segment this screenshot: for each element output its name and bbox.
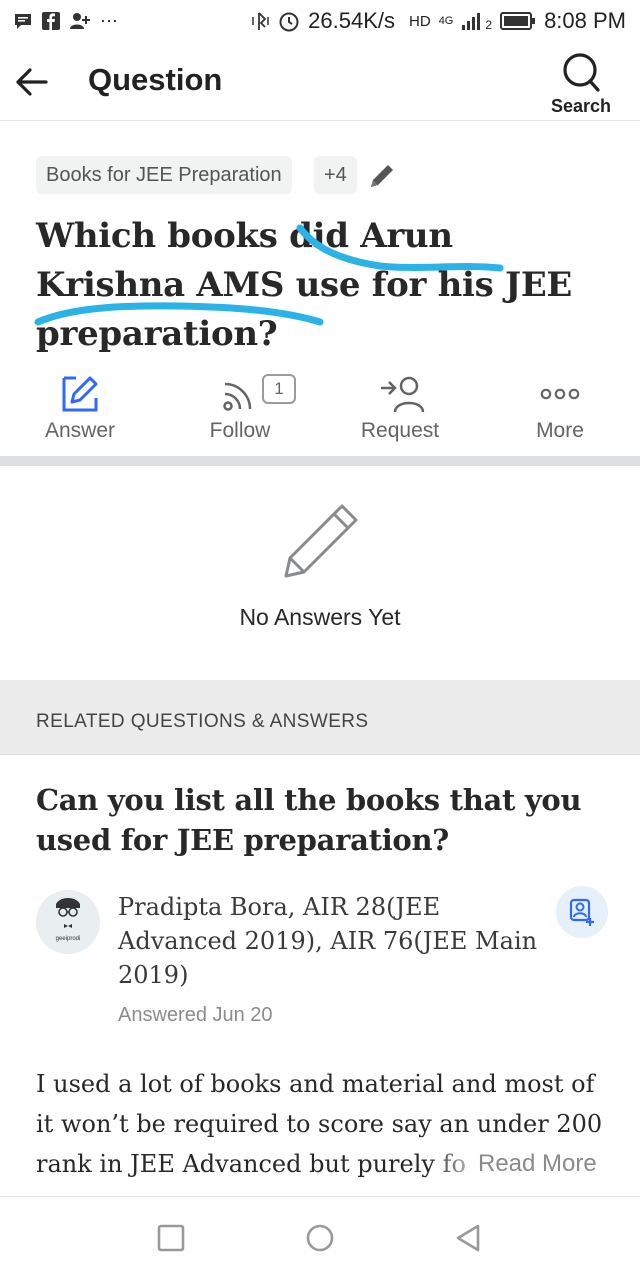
network-type: 4G bbox=[438, 14, 454, 27]
section-divider bbox=[0, 456, 640, 466]
add-friend-icon bbox=[70, 12, 90, 29]
request-action[interactable]: Request bbox=[320, 372, 480, 452]
avatar-caption: geeiprodi bbox=[55, 936, 81, 942]
status-right-icons: 26.54K/s HD 4G 2 8:08 PM bbox=[250, 8, 626, 34]
status-more: ··· bbox=[100, 10, 118, 30]
battery-icon bbox=[500, 12, 536, 30]
message-icon bbox=[15, 13, 31, 29]
follow-count-badge: 1 bbox=[262, 374, 296, 404]
no-answers-text: No Answers Yet bbox=[239, 604, 401, 630]
question-title: Which books did Arun Krishna AMS use for… bbox=[36, 216, 573, 354]
search-button[interactable]: Search bbox=[546, 48, 616, 116]
related-question-title[interactable]: Can you list all the books that you used… bbox=[36, 780, 606, 860]
more-label: More bbox=[536, 419, 584, 442]
facebook-icon bbox=[42, 11, 60, 30]
answer-edit-icon bbox=[0, 372, 160, 416]
vibrate-icon bbox=[252, 12, 269, 30]
back-button[interactable] bbox=[12, 62, 52, 102]
related-section-header: RELATED QUESTIONS & ANSWERS bbox=[0, 680, 640, 755]
follow-action[interactable]: Follow bbox=[160, 372, 320, 452]
add-user-icon bbox=[569, 898, 594, 926]
clock: 8:08 PM bbox=[544, 8, 626, 33]
recent-apps-icon[interactable] bbox=[156, 1223, 186, 1253]
more-action[interactable]: More bbox=[480, 372, 640, 452]
system-nav-bar bbox=[0, 1196, 640, 1281]
pencil-edit-icon bbox=[371, 165, 393, 187]
avatar[interactable]: geeiprodi bbox=[36, 890, 100, 954]
alarm-icon bbox=[279, 12, 299, 32]
follow-user-button[interactable] bbox=[556, 886, 608, 938]
related-header-text: RELATED QUESTIONS & ANSWERS bbox=[36, 711, 369, 732]
request-label: Request bbox=[360, 419, 440, 442]
answer-author[interactable]: Pradipta Bora, AIR 28(JEE Advanced 2019)… bbox=[118, 890, 548, 992]
search-label: Search bbox=[550, 96, 612, 116]
read-more-link[interactable]: Read More bbox=[470, 1150, 597, 1178]
network-speed: 26.54K/s bbox=[308, 8, 396, 33]
app-header: Question Search bbox=[0, 44, 640, 121]
answered-date: Answered Jun 20 bbox=[118, 1004, 273, 1026]
edit-topics-button[interactable] bbox=[366, 160, 398, 192]
topic-chip-books-for-jee[interactable]: Books for JEE Preparation bbox=[36, 156, 292, 194]
answer-label: Answer bbox=[44, 419, 116, 442]
back-nav-icon[interactable] bbox=[452, 1222, 484, 1254]
status-left-icons: ··· bbox=[14, 10, 118, 31]
pencil-icon bbox=[276, 496, 366, 586]
status-bar: ··· 26.54K/s HD 4G 2 8:08 PM bbox=[0, 0, 640, 44]
answer-action[interactable]: Answer bbox=[0, 372, 160, 452]
search-icon bbox=[563, 53, 600, 92]
follow-label: Follow bbox=[209, 419, 271, 442]
signal-icon bbox=[462, 13, 481, 30]
sim-number: 2 bbox=[485, 18, 493, 32]
page-title: Question bbox=[88, 62, 223, 97]
home-icon[interactable] bbox=[304, 1222, 336, 1254]
more-dots-icon bbox=[480, 372, 640, 416]
topic-chip-more[interactable]: +4 bbox=[314, 156, 357, 194]
request-user-icon bbox=[320, 372, 480, 416]
arrow-left-icon bbox=[16, 68, 48, 96]
hd-indicator: HD bbox=[409, 12, 431, 30]
follow-rss-icon bbox=[160, 372, 320, 416]
